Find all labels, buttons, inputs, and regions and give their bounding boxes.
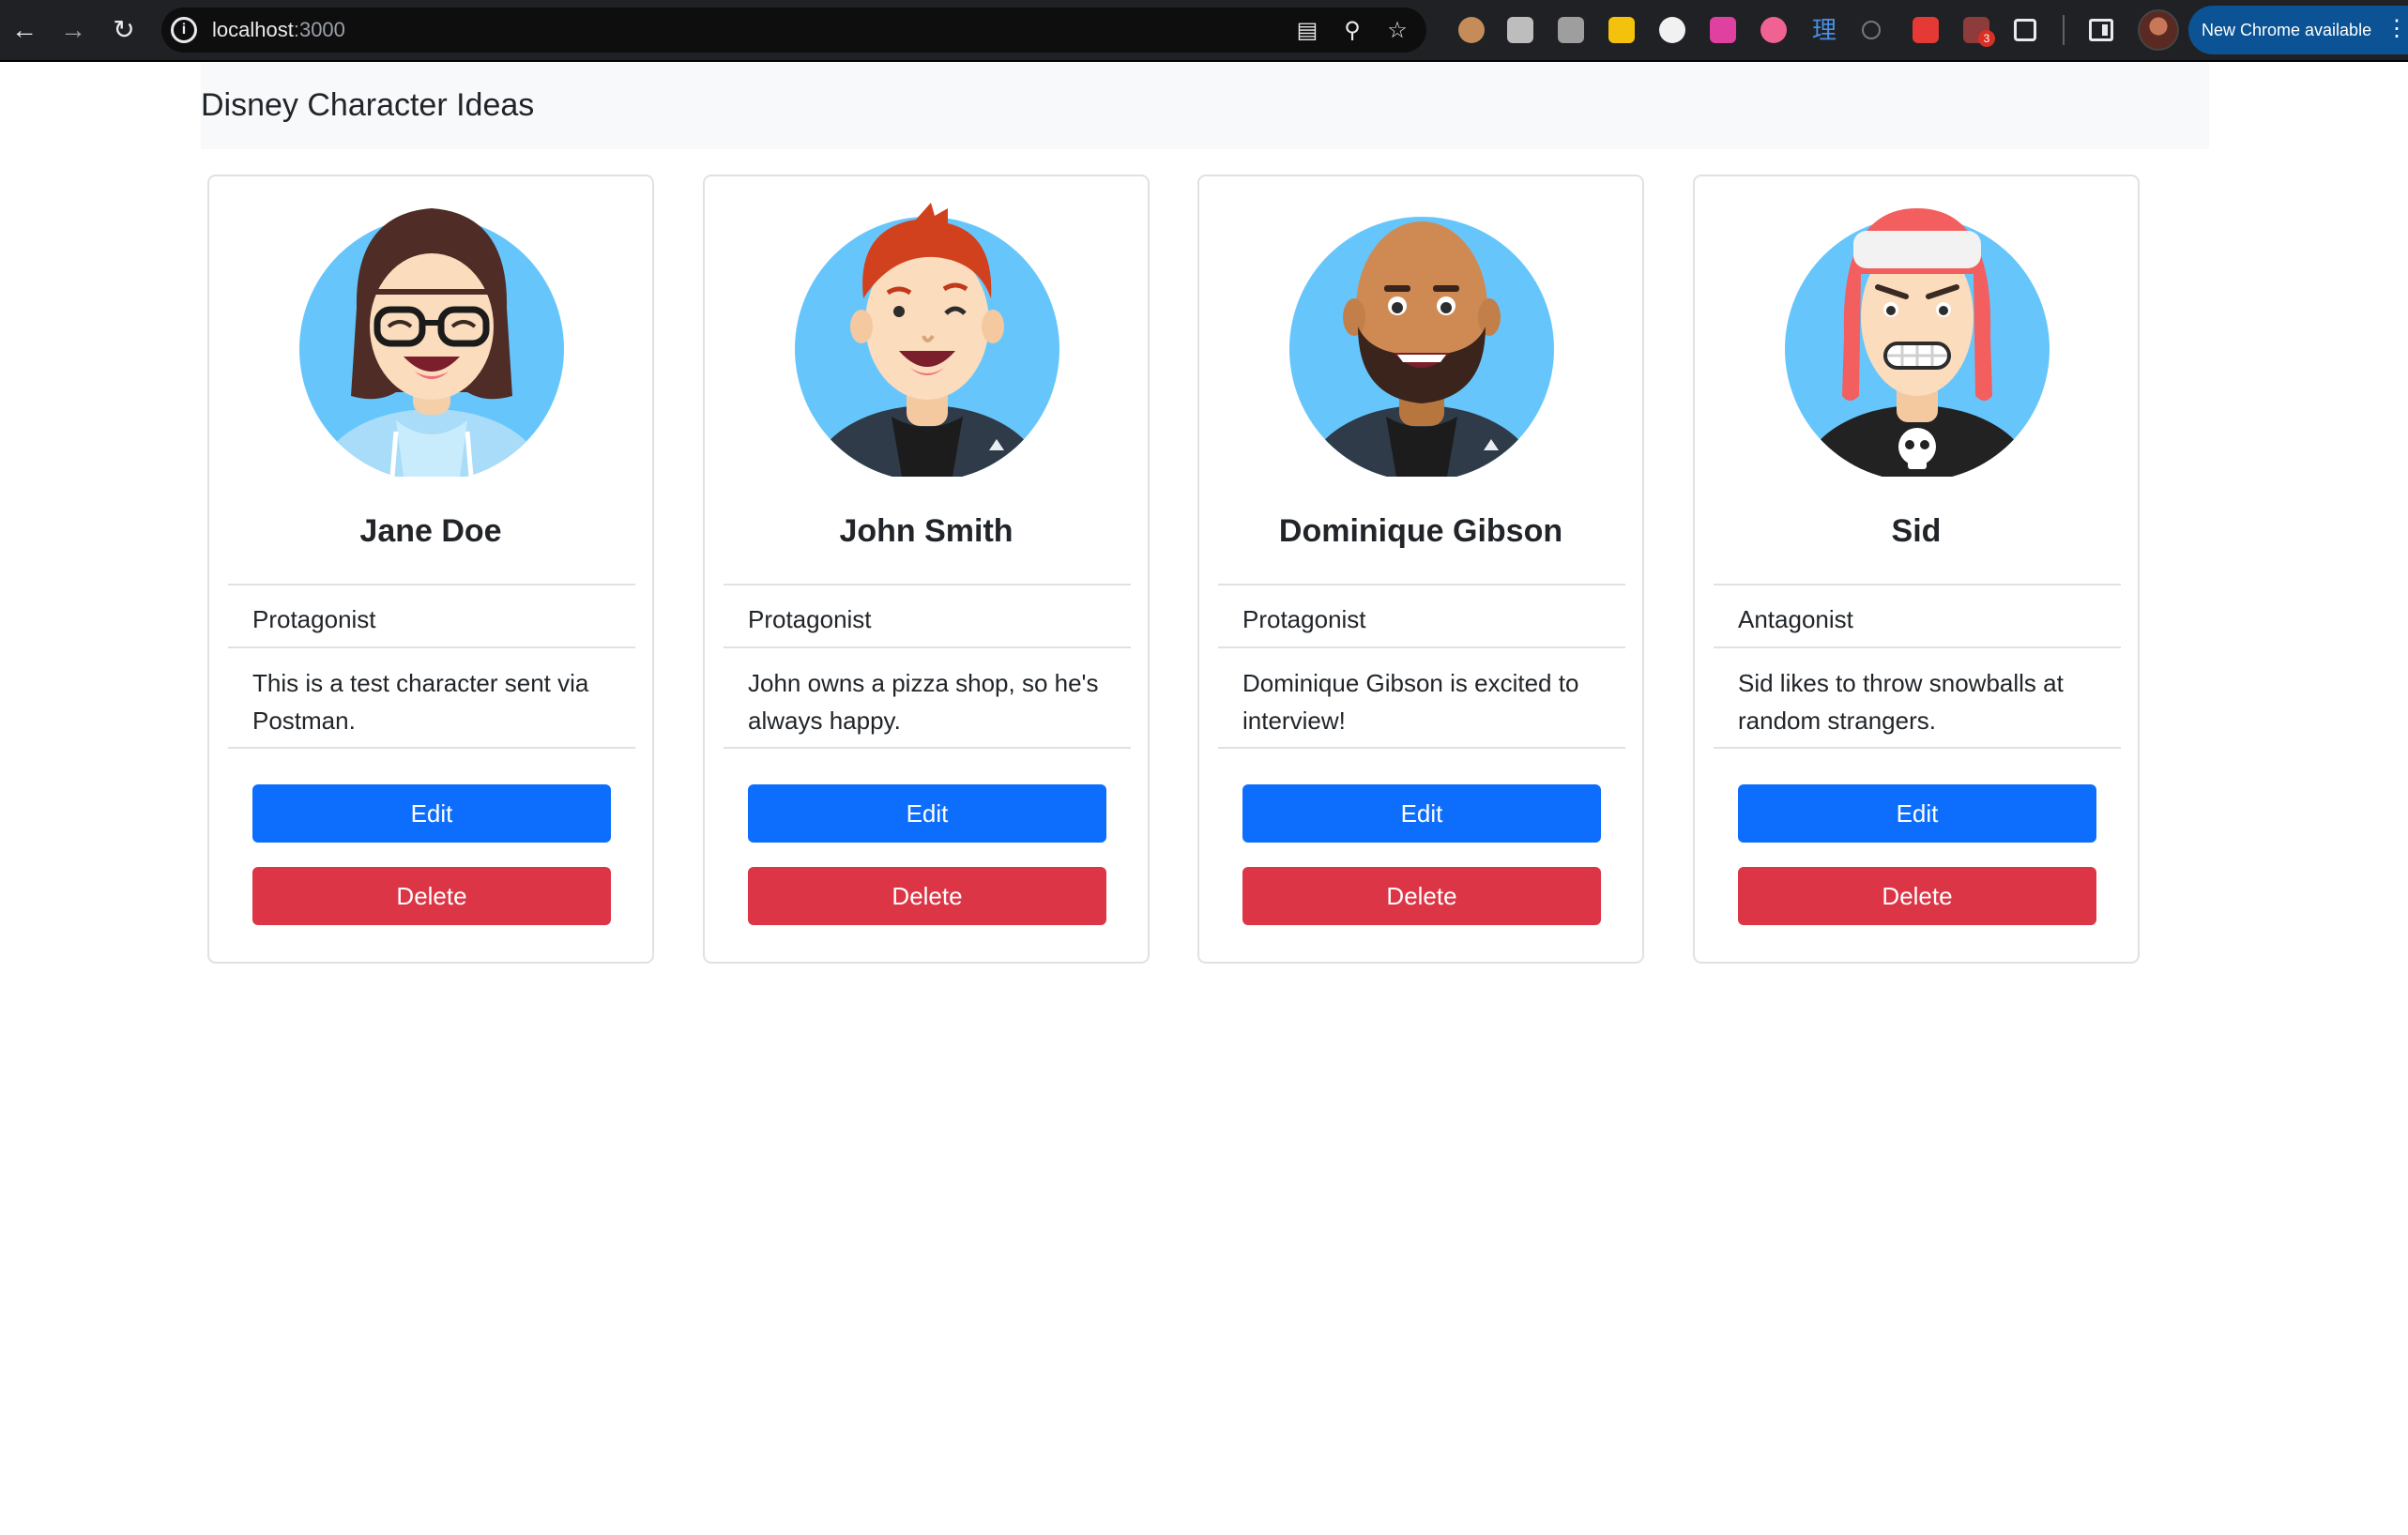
url-host: localhost: [212, 18, 294, 41]
extension-search-icon[interactable]: [1862, 21, 1881, 39]
side-panel-icon[interactable]: [2089, 19, 2113, 41]
character-description: Dominique Gibson is excited to interview…: [1242, 669, 1579, 735]
divider: [724, 584, 1131, 585]
extension-notes-icon[interactable]: [1608, 17, 1635, 43]
card-title: Dominique Gibson: [1278, 513, 1563, 549]
character-description: John owns a pizza shop, so he's always h…: [748, 669, 1099, 735]
zoom-icon[interactable]: ⚲: [1338, 17, 1366, 45]
extension-red-icon[interactable]: [1913, 17, 1939, 43]
chrome-update-label: New Chrome available: [2202, 21, 2372, 39]
divider: [1714, 646, 2121, 648]
extension-kanji-icon[interactable]: 理: [1811, 17, 1837, 43]
edit-button[interactable]: Edit: [1738, 784, 2096, 843]
character-role: Protagonist: [748, 605, 872, 633]
edit-button[interactable]: Edit: [252, 784, 611, 843]
extension-badge: 3: [1978, 30, 1995, 47]
edit-button[interactable]: Edit: [748, 784, 1106, 843]
character-description: This is a test character sent via Postma…: [252, 669, 589, 735]
delete-button[interactable]: Delete: [748, 867, 1106, 925]
url-text[interactable]: localhost:3000: [212, 17, 345, 43]
divider: [1218, 646, 1625, 648]
site-info-icon[interactable]: i: [171, 17, 197, 43]
extension-apple-icon[interactable]: 3: [1963, 17, 1995, 47]
character-role: Antagonist: [1738, 605, 1853, 633]
navbar-brand[interactable]: Disney Character Ideas: [201, 86, 534, 124]
divider: [1218, 584, 1625, 585]
url-port: :3000: [293, 18, 345, 41]
avatar-woman-glasses: [299, 208, 564, 477]
profile-avatar[interactable]: [2138, 9, 2179, 51]
reload-icon[interactable]: ↻: [107, 13, 141, 47]
extension-translate-icon[interactable]: [1558, 17, 1584, 43]
delete-button[interactable]: Delete: [252, 867, 611, 925]
avatar-bearded-man: [1289, 217, 1554, 477]
extension-chrome-icon[interactable]: [1659, 17, 1685, 43]
card-title: John Smith: [839, 513, 1013, 549]
extension-camera-icon[interactable]: [1507, 17, 1533, 43]
divider: [724, 747, 1131, 749]
divider: [1714, 584, 2121, 585]
browser-toolbar: ← → ↻ i localhost:3000 ▤ ⚲ ☆ 理 3 New Chr…: [0, 0, 2408, 60]
extension-lips-icon[interactable]: [1760, 17, 1787, 43]
character-card: Dominique Gibson Protagonist Dominique G…: [1197, 175, 1644, 964]
character-card: John Smith Protagonist John owns a pizza…: [703, 175, 1150, 964]
divider: [228, 646, 635, 648]
toolbar-divider: [2063, 15, 2065, 45]
delete-button[interactable]: Delete: [1242, 867, 1601, 925]
divider: [228, 747, 635, 749]
extension-owl-icon[interactable]: [1458, 17, 1485, 43]
avatar-winter-hat-boy: [1785, 208, 2050, 477]
extensions-puzzle-icon[interactable]: [2014, 19, 2036, 41]
address-bar[interactable]: i localhost:3000 ▤ ⚲ ☆: [161, 8, 1426, 53]
card-title: Jane Doe: [359, 513, 502, 549]
character-role: Protagonist: [252, 605, 376, 633]
install-app-icon[interactable]: ▤: [1293, 17, 1321, 45]
avatar-redhead-man: [795, 203, 1059, 477]
chrome-update-button[interactable]: New Chrome available ⋮: [2188, 6, 2408, 54]
back-arrow-icon[interactable]: ←: [8, 13, 41, 47]
character-card: Jane Doe Protagonist This is a test char…: [207, 175, 654, 964]
character-description: Sid likes to throw snowballs at random s…: [1738, 669, 2064, 735]
bookmark-star-icon[interactable]: ☆: [1383, 17, 1411, 45]
kebab-menu-icon[interactable]: ⋮: [2385, 15, 2408, 43]
character-card: Sid Antagonist Sid likes to throw snowba…: [1693, 175, 2140, 964]
divider: [228, 584, 635, 585]
forward-arrow-icon[interactable]: →: [56, 13, 90, 47]
extension-calendar-icon[interactable]: [1710, 17, 1736, 43]
character-role: Protagonist: [1242, 605, 1366, 633]
edit-button[interactable]: Edit: [1242, 784, 1601, 843]
delete-button[interactable]: Delete: [1738, 867, 2096, 925]
navbar: Disney Character Ideas: [201, 62, 2209, 149]
divider: [1714, 747, 2121, 749]
divider: [1218, 747, 1625, 749]
card-title: Sid: [1891, 513, 1942, 549]
divider: [724, 646, 1131, 648]
